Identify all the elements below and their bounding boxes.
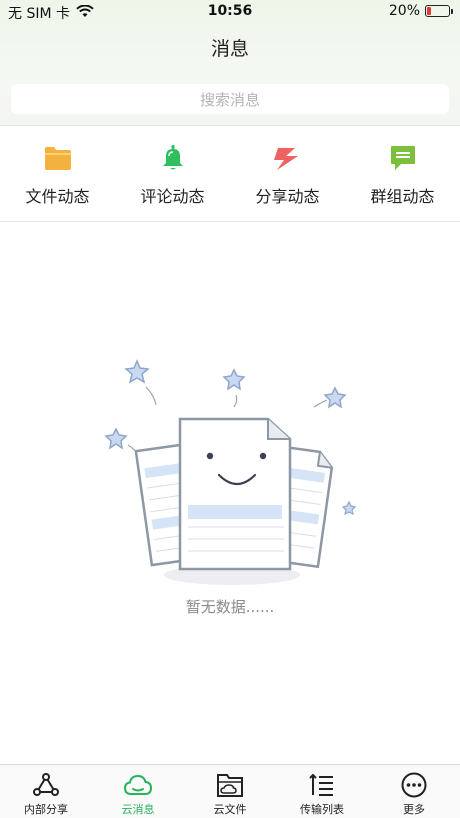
tab-internal-share[interactable]: 内部分享: [0, 765, 92, 818]
page-title: 消息: [210, 38, 249, 60]
category-group-activity[interactable]: 群组动态: [345, 127, 460, 221]
more-icon: [399, 771, 429, 799]
search-input[interactable]: 搜索消息: [11, 84, 449, 114]
tab-bar: 内部分享 云消息 云文件 传输列表 更多: [0, 764, 460, 818]
empty-state-text: 暂无数据......: [185, 598, 275, 616]
category-label: 分享动态: [255, 187, 320, 206]
tab-cloud-files[interactable]: 云文件: [184, 765, 276, 818]
lightning-icon: [273, 143, 303, 173]
search-placeholder: 搜索消息: [199, 90, 260, 109]
status-right: 20%: [388, 3, 453, 19]
category-label: 群组动态: [370, 187, 435, 206]
category-label: 评论动态: [140, 187, 205, 206]
tab-label: 传输列表: [300, 803, 344, 816]
category-bar: 文件动态 评论动态 分享动态 群组动态: [0, 127, 460, 222]
chat-icon: [388, 143, 418, 173]
tab-label: 云消息: [121, 803, 155, 816]
tab-label: 内部分享: [24, 803, 68, 816]
tab-label: 更多: [403, 803, 425, 816]
bell-icon: [158, 143, 188, 173]
tab-transfer-list[interactable]: 传输列表: [276, 765, 368, 818]
battery-fill: [427, 7, 431, 15]
cloud-icon: [123, 771, 153, 799]
header-area: 无 SIM 卡 10:56 20% 消息 搜索消息: [0, 0, 460, 126]
category-label: 文件动态: [25, 187, 90, 206]
folder-icon: [43, 143, 73, 173]
category-share-activity[interactable]: 分享动态: [230, 127, 345, 221]
tab-more[interactable]: 更多: [368, 765, 460, 818]
tab-label: 云文件: [213, 803, 247, 816]
empty-state: 暂无数据......: [0, 222, 460, 764]
battery-percent: 20%: [388, 3, 420, 19]
cloud-folder-icon: [215, 771, 245, 799]
list-icon: [307, 771, 337, 799]
share-network-icon: [31, 771, 61, 799]
category-comment-activity[interactable]: 评论动态: [115, 127, 230, 221]
empty-documents-illustration: [100, 357, 360, 592]
status-bar: 无 SIM 卡 10:56 20%: [0, 0, 460, 24]
battery-icon: [425, 5, 453, 17]
category-file-activity[interactable]: 文件动态: [0, 127, 115, 221]
tab-cloud-messages[interactable]: 云消息: [92, 765, 184, 818]
